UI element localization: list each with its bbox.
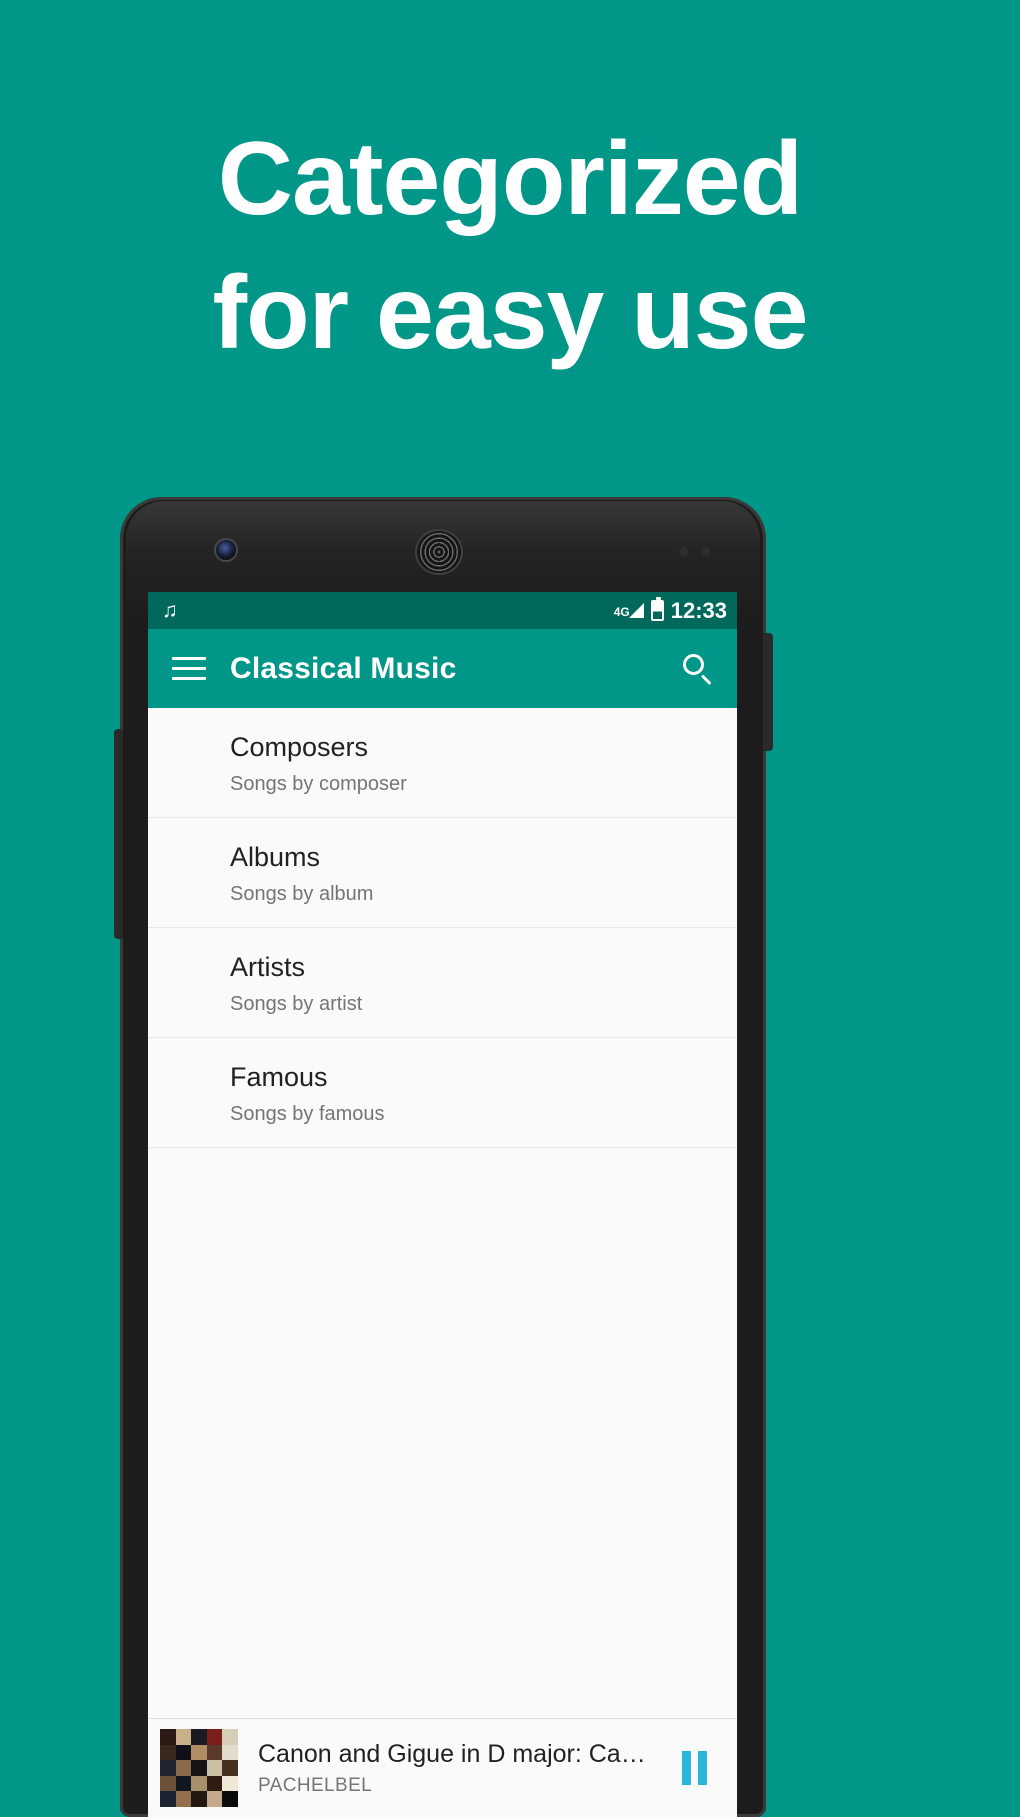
list-item-subtitle: Songs by artist	[230, 993, 363, 1015]
now-playing-bar[interactable]: Canon and Gigue in D major: Ca… PACHELBE…	[148, 1718, 737, 1817]
list-item-albums[interactable]: Albums Songs by album	[148, 818, 737, 928]
album-art-tile	[160, 1744, 176, 1761]
album-art-tile	[191, 1729, 207, 1745]
album-art-tile	[222, 1791, 238, 1807]
earpiece-speaker-icon	[417, 531, 461, 573]
album-art-tile	[206, 1791, 223, 1807]
category-list: Composers Songs by composer Albums Songs…	[148, 708, 737, 1148]
power-button[interactable]	[763, 633, 773, 751]
album-art-tile	[160, 1729, 176, 1745]
album-art-tile	[191, 1744, 207, 1761]
proximity-sensor-icon	[679, 547, 688, 556]
album-art-tile	[175, 1775, 192, 1792]
list-item-composers[interactable]: Composers Songs by composer	[148, 708, 737, 818]
list-item-title: Famous	[230, 1062, 328, 1092]
list-item-artists[interactable]: Artists Songs by artist	[148, 928, 737, 1038]
light-sensor-icon	[701, 547, 710, 556]
album-art-tile	[175, 1760, 192, 1776]
album-art-tile	[206, 1744, 223, 1761]
front-camera-icon	[216, 540, 236, 560]
album-art-tile	[222, 1760, 238, 1776]
album-art-tile	[191, 1791, 207, 1807]
pause-bar	[697, 1751, 707, 1785]
music-note-icon: ♫	[162, 599, 178, 622]
search-handle	[700, 673, 712, 685]
app-bar: Classical Music	[148, 629, 737, 708]
track-artist: PACHELBEL	[258, 1775, 373, 1796]
phone-screen: ♫ 4G 12:33 Classical Music Composers Son…	[148, 592, 737, 1817]
search-circle	[683, 653, 704, 675]
album-art-tile	[206, 1760, 223, 1776]
list-item-subtitle: Songs by composer	[230, 773, 407, 795]
album-art-tile	[160, 1775, 176, 1792]
track-title: Canon and Gigue in D major: Ca…	[258, 1740, 646, 1768]
battery-icon	[650, 597, 664, 621]
album-art-tile	[191, 1760, 207, 1776]
headline-line-2: for easy use	[212, 255, 809, 371]
status-bar: ♫ 4G 12:33	[148, 592, 737, 629]
signal-triangle	[628, 603, 644, 618]
album-art-tile	[222, 1775, 238, 1792]
pause-icon[interactable]	[669, 1743, 719, 1793]
album-art-tile	[222, 1729, 238, 1745]
hamburger-line	[172, 677, 206, 680]
list-item-subtitle: Songs by famous	[230, 1103, 385, 1125]
album-art-tile	[175, 1744, 192, 1761]
status-bar-right: 4G 12:33	[614, 597, 727, 624]
album-art-tile	[175, 1729, 192, 1745]
hamburger-line	[172, 657, 206, 660]
album-art-tile	[222, 1744, 238, 1761]
list-item-title: Albums	[230, 842, 321, 872]
album-art-tile	[206, 1729, 223, 1745]
hamburger-menu-icon[interactable]	[172, 657, 206, 680]
pause-bar	[681, 1751, 691, 1785]
album-art-tile	[175, 1791, 192, 1807]
album-art-tile	[160, 1791, 176, 1807]
list-empty-area	[148, 1148, 737, 1718]
list-item-title: Artists	[230, 952, 306, 982]
search-icon[interactable]	[681, 652, 715, 686]
list-item-title: Composers	[230, 732, 369, 762]
signal-bars-icon: 4G	[614, 603, 644, 618]
album-art-tile	[191, 1775, 207, 1792]
album-art-tile	[160, 1760, 176, 1776]
album-art-tile	[206, 1775, 223, 1792]
now-playing-text: Canon and Gigue in D major: Ca… PACHELBE…	[258, 1738, 669, 1798]
list-item-subtitle: Songs by album	[230, 883, 374, 905]
network-type-label: 4G	[613, 605, 630, 619]
list-item-famous[interactable]: Famous Songs by famous	[148, 1038, 737, 1148]
promo-headline: Categorized for easy use	[0, 112, 1020, 380]
status-bar-left: ♫	[162, 600, 614, 621]
status-bar-clock: 12:33	[670, 597, 727, 623]
album-art	[160, 1729, 238, 1807]
hamburger-line	[172, 667, 206, 670]
volume-button[interactable]	[114, 729, 123, 939]
headline-line-1: Categorized	[217, 121, 803, 237]
page-title: Classical Music	[230, 651, 457, 685]
phone-mockup: ♫ 4G 12:33 Classical Music Composers Son…	[114, 497, 773, 1817]
